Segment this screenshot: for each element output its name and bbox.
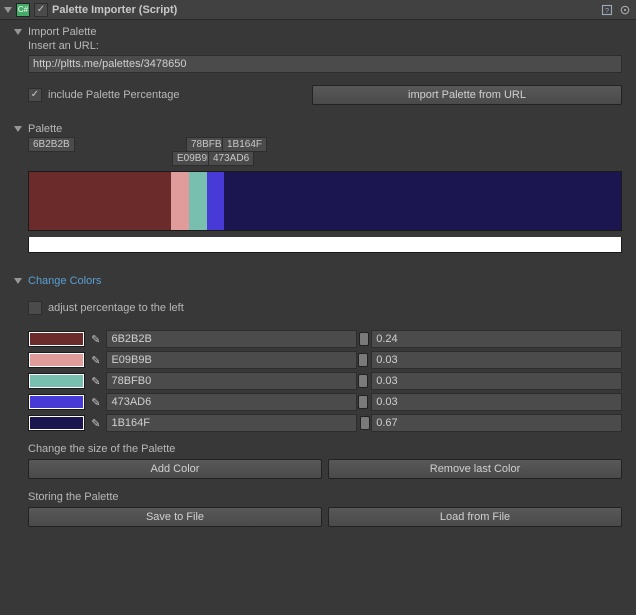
color-row: ✎	[28, 372, 622, 390]
adjust-percentage-label: adjust percentage to the left	[48, 302, 184, 314]
chevron-down-icon	[14, 126, 22, 132]
foldout-arrow-icon[interactable]	[4, 7, 12, 13]
section-label: Change Colors	[28, 275, 101, 287]
percentage-slider[interactable]	[363, 331, 365, 347]
percentage-input[interactable]	[371, 351, 622, 369]
change-colors-foldout[interactable]: Change Colors	[0, 269, 636, 289]
section-label: Palette	[28, 123, 62, 135]
include-percentage-checkbox[interactable]	[28, 88, 42, 102]
color-field[interactable]	[28, 415, 85, 431]
eyedropper-icon[interactable]: ✎	[91, 332, 100, 346]
component-header: C# Palette Importer (Script) ?	[0, 0, 636, 20]
include-percentage-label: include Palette Percentage	[48, 89, 179, 101]
palette-swatch	[224, 172, 621, 230]
section-label: Import Palette	[28, 26, 96, 38]
palette-swatch	[207, 172, 225, 230]
palette-preview-alpha	[28, 237, 622, 253]
color-field[interactable]	[28, 394, 85, 410]
color-row: ✎	[28, 393, 622, 411]
hex-input[interactable]	[106, 351, 357, 369]
script-icon: C#	[16, 3, 30, 17]
adjust-percentage-checkbox[interactable]	[28, 301, 42, 315]
palette-swatch	[171, 172, 189, 230]
import-palette-foldout[interactable]: Import Palette	[0, 20, 636, 40]
import-from-url-button[interactable]: import Palette from URL	[312, 85, 622, 105]
eyedropper-icon[interactable]: ✎	[91, 395, 100, 409]
palette-swatch	[189, 172, 207, 230]
chevron-down-icon	[14, 29, 22, 35]
color-row: ✎	[28, 330, 622, 348]
eyedropper-icon[interactable]: ✎	[91, 416, 100, 430]
url-input[interactable]	[28, 55, 622, 73]
hex-input[interactable]	[106, 393, 357, 411]
percentage-input[interactable]	[371, 330, 622, 348]
palette-swatch	[29, 172, 171, 230]
hex-input[interactable]	[106, 372, 357, 390]
color-field[interactable]	[28, 373, 85, 389]
hex-input[interactable]	[106, 414, 357, 432]
percentage-input[interactable]	[371, 393, 622, 411]
color-field[interactable]	[28, 352, 85, 368]
color-row: ✎	[28, 351, 622, 369]
storing-label: Storing the Palette	[28, 491, 622, 503]
hex-input[interactable]	[106, 330, 357, 348]
hex-label-strip: 6B2B2B78BFB01B164FE09B9B473AD6	[28, 137, 622, 165]
palette-preview	[28, 171, 622, 231]
add-color-button[interactable]: Add Color	[28, 459, 322, 479]
color-row: ✎	[28, 414, 622, 432]
help-icon[interactable]: ?	[600, 3, 614, 17]
size-label: Change the size of the Palette	[28, 443, 622, 455]
percentage-slider[interactable]	[363, 394, 365, 410]
palette-foldout[interactable]: Palette	[0, 117, 636, 137]
percentage-slider[interactable]	[363, 415, 365, 431]
color-field[interactable]	[28, 331, 85, 347]
hex-tag: 1B164F	[222, 137, 267, 152]
component-title: Palette Importer (Script)	[52, 4, 600, 16]
percentage-input[interactable]	[371, 414, 622, 432]
percentage-input[interactable]	[371, 372, 622, 390]
load-from-file-button[interactable]: Load from File	[328, 507, 622, 527]
percentage-slider[interactable]	[363, 373, 365, 389]
eyedropper-icon[interactable]: ✎	[91, 353, 100, 367]
component-enabled-checkbox[interactable]	[34, 3, 48, 17]
url-label: Insert an URL:	[28, 40, 622, 52]
remove-last-color-button[interactable]: Remove last Color	[328, 459, 622, 479]
chevron-down-icon	[14, 278, 22, 284]
hex-tag: 473AD6	[208, 151, 254, 166]
eyedropper-icon[interactable]: ✎	[91, 374, 100, 388]
svg-text:?: ?	[605, 6, 609, 15]
hex-tag: 6B2B2B	[28, 137, 75, 152]
percentage-slider[interactable]	[363, 352, 365, 368]
save-to-file-button[interactable]: Save to File	[28, 507, 322, 527]
gear-icon[interactable]	[618, 3, 632, 17]
